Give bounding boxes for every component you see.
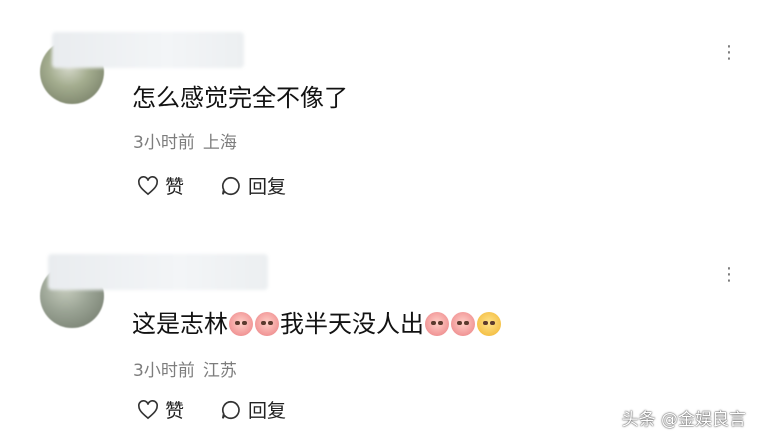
reply-label: 回复 <box>248 400 287 422</box>
like-button[interactable]: 赞 <box>137 396 184 423</box>
smirk-face-emoji <box>477 312 501 336</box>
heart-icon <box>138 399 158 419</box>
comment-location: 江苏 <box>202 361 237 381</box>
username-blurred[interactable] <box>48 254 268 290</box>
crying-face-emoji <box>425 312 449 336</box>
like-label: 赞 <box>165 400 185 422</box>
more-options-icon[interactable]: ⋮ <box>720 266 740 284</box>
comment-item: ⋮ 这是志林 我半天没人出 3小时前 江苏 赞 回复 <box>0 0 762 442</box>
reply-button[interactable]: 回复 <box>220 396 286 423</box>
watermark: 头条 @金娱良言 <box>621 410 746 430</box>
crying-face-emoji <box>451 312 475 336</box>
comment-actions: 赞 回复 <box>137 396 322 423</box>
crying-face-emoji <box>255 312 279 336</box>
comment-text-part: 我半天没人出 <box>280 310 424 338</box>
comment-meta: 3小时前 江苏 <box>133 356 237 381</box>
comment-text-part: 这是志林 <box>132 310 228 338</box>
comment-text: 这是志林 我半天没人出 <box>132 304 502 339</box>
comment-time: 3小时前 <box>133 361 195 381</box>
comment-bubble-icon <box>221 400 240 419</box>
crying-face-emoji <box>229 312 253 336</box>
